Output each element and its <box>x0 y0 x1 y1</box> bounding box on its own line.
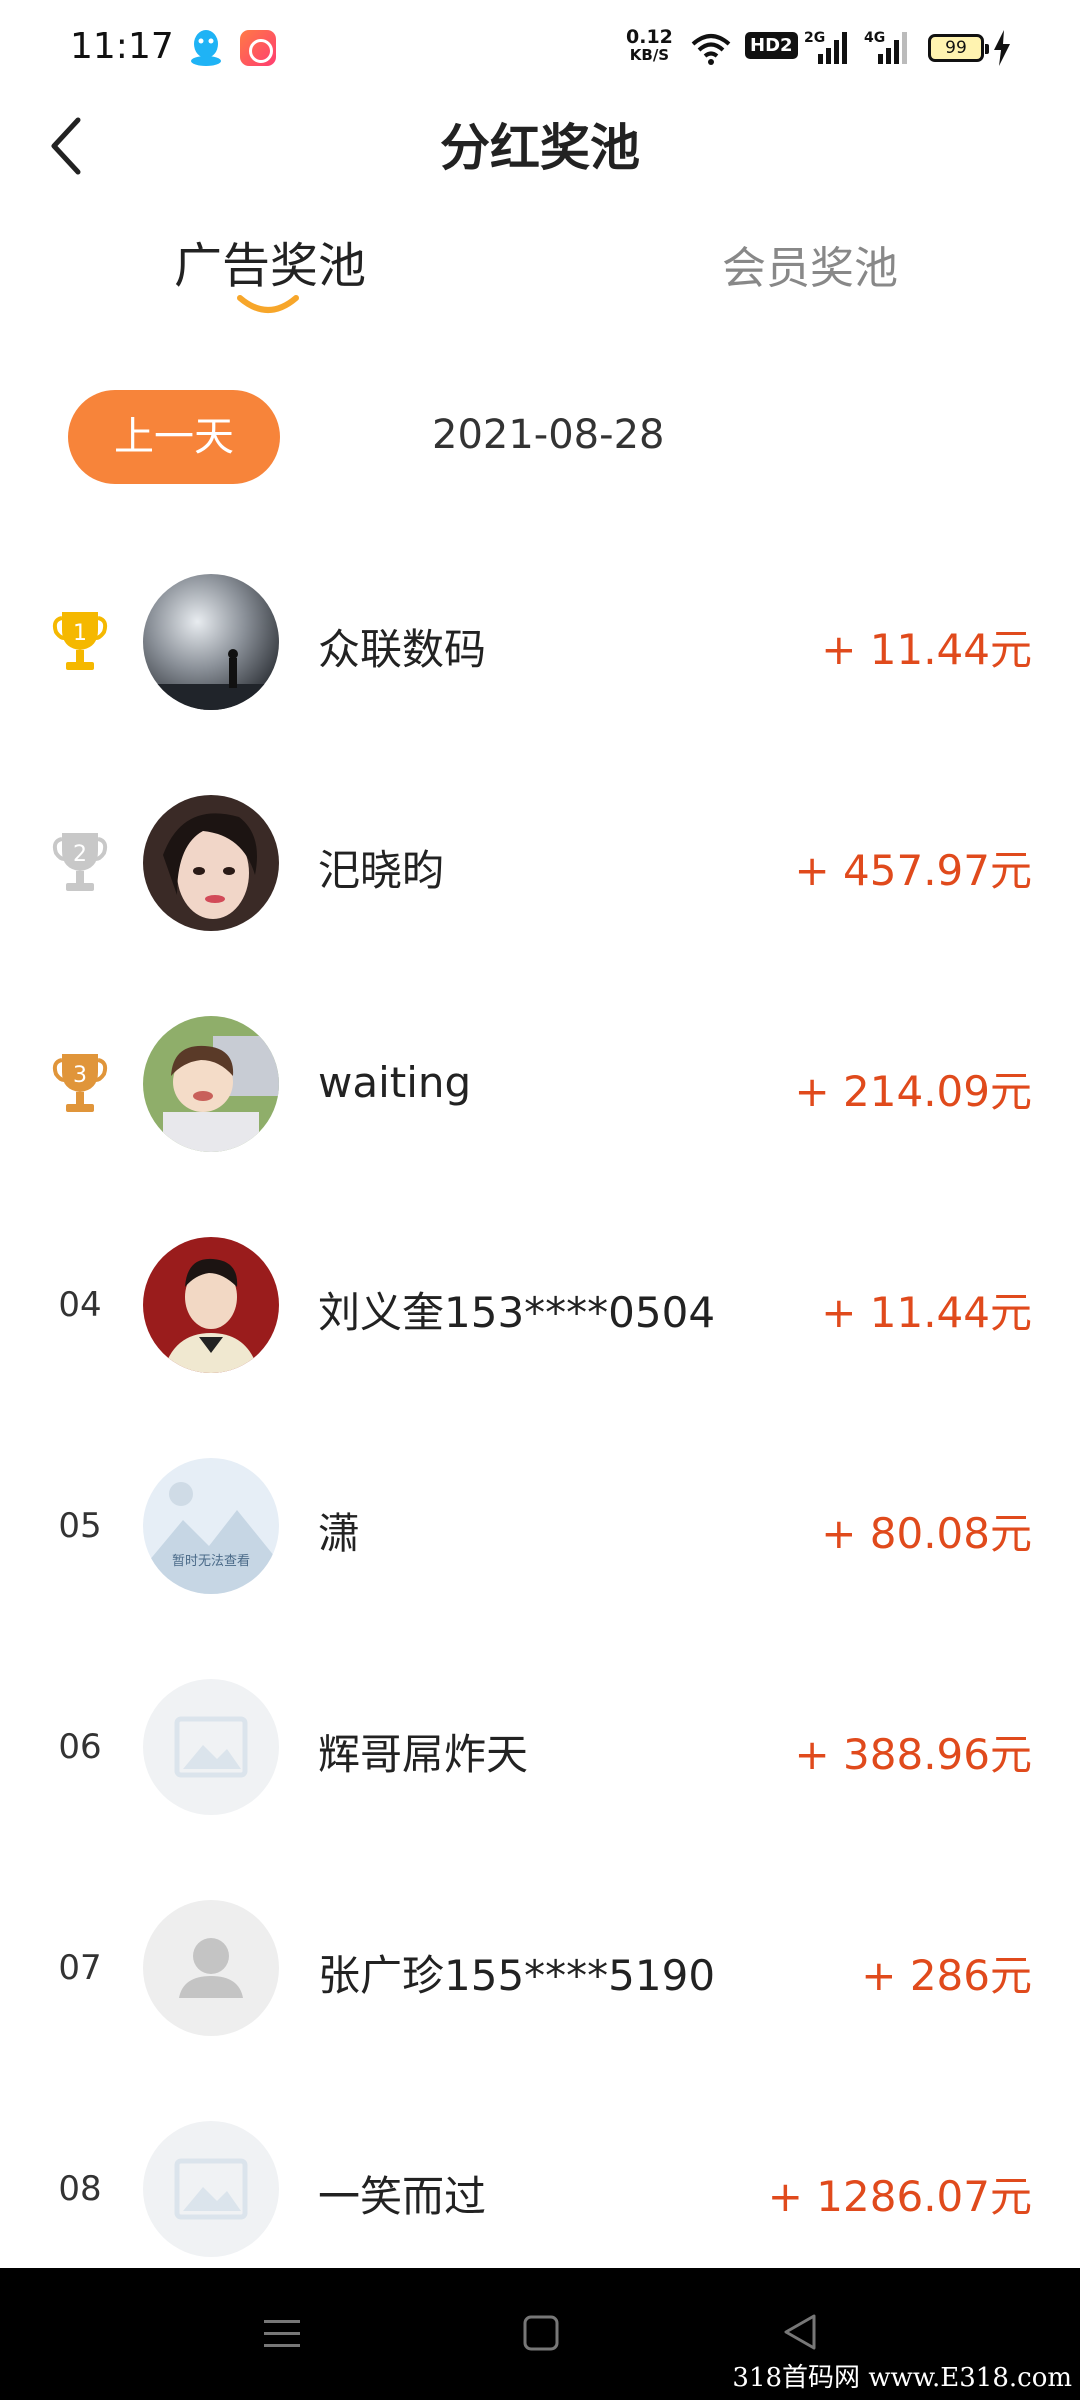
ranking-row[interactable]: 3 waiting + 214.09元 <box>0 972 1080 1193</box>
user-name: 一笑而过 <box>318 2172 487 2221</box>
signal-bars-icon <box>878 32 907 64</box>
ranking-row[interactable]: 06 辉哥屌炸天 + 388.96元 <box>0 1635 1080 1856</box>
qq-icon <box>191 30 221 66</box>
status-time: 11:17 <box>70 26 174 67</box>
net-speed-unit: KB/S <box>629 46 670 64</box>
bronze-trophy-icon: 3 <box>52 1054 108 1112</box>
battery-icon: 99 <box>928 34 989 62</box>
rank-number: 2 <box>73 842 87 867</box>
user-name: 刘义奎153****0504 <box>318 1288 716 1337</box>
tab-member-pool[interactable]: 会员奖池 <box>660 232 960 296</box>
avatar[interactable] <box>143 795 279 931</box>
rank-number: 06 <box>58 1727 102 1767</box>
wifi-icon <box>691 34 731 65</box>
charging-bolt-icon <box>994 30 1010 66</box>
user-name: 潇 <box>318 1509 361 1558</box>
rank-number: 1 <box>73 621 87 646</box>
dividend-amount: + 457.97元 <box>794 846 1032 895</box>
gold-trophy-icon: 1 <box>52 612 108 670</box>
system-nav-bar: 318首码网 www.E318.com <box>0 2268 1080 2400</box>
hd-voice-icon: HD2 <box>745 32 798 59</box>
ranking-row[interactable]: 05 暂时无法查看 潇 + 80.08元 <box>0 1414 1080 1635</box>
signal-1: 2G <box>804 30 848 66</box>
home-icon[interactable] <box>522 2314 560 2352</box>
signal-bars-icon <box>818 32 847 64</box>
rank-number: 05 <box>58 1506 102 1546</box>
user-name: 众联数码 <box>318 625 487 674</box>
tab-ad-pool[interactable]: 广告奖池 <box>120 226 420 296</box>
current-date: 2021-08-28 <box>432 412 665 458</box>
active-tab-indicator <box>237 295 299 313</box>
rank-number: 3 <box>73 1063 87 1088</box>
ranking-row[interactable]: 2 汜晓昀 + 457.97元 <box>0 751 1080 972</box>
avatar[interactable] <box>143 1237 279 1373</box>
dividend-amount: + 80.08元 <box>821 1509 1032 1558</box>
dividend-amount: + 388.96元 <box>794 1730 1032 1779</box>
ranking-row[interactable]: 07 张广珍155****5190 + 286元 <box>0 1856 1080 2077</box>
dividend-amount: + 286元 <box>861 1951 1032 2000</box>
prev-day-button[interactable]: 上一天 <box>68 390 280 484</box>
dividend-amount: + 214.09元 <box>794 1067 1032 1116</box>
status-bar: 11:17 0.12 KB/S HD2 2G 4G 99 <box>0 0 1080 96</box>
ranking-row[interactable]: 1 众联数码 + 11.44元 <box>0 530 1080 751</box>
broken-image-icon[interactable] <box>143 1679 279 1815</box>
default-user-icon[interactable] <box>143 1900 279 2036</box>
signal-2: 4G <box>864 30 908 66</box>
rank-number: 07 <box>58 1948 102 1988</box>
video-app-icon <box>240 30 276 66</box>
watermark: 318首码网 www.E318.com <box>732 2363 1072 2393</box>
avatar[interactable] <box>143 1016 279 1152</box>
ranking-row[interactable]: 08 一笑而过 + 1286.07元 <box>0 2077 1080 2298</box>
user-name: 汜晓昀 <box>318 846 445 895</box>
dividend-amount: + 11.44元 <box>821 625 1032 674</box>
net-speed-value: 0.12 <box>626 26 673 48</box>
avatar[interactable] <box>143 574 279 710</box>
user-name: 辉哥屌炸天 <box>318 1730 529 1779</box>
net-speed: 0.12 KB/S <box>626 26 673 65</box>
mountain-image-icon <box>143 1482 279 1594</box>
dividend-amount: + 1286.07元 <box>767 2172 1032 2221</box>
broken-image-icon[interactable] <box>143 2121 279 2257</box>
silver-trophy-icon: 2 <box>52 833 108 891</box>
rank-number: 08 <box>58 2169 102 2209</box>
avatar-unavailable-text: 暂时无法查看 <box>171 1554 250 1569</box>
dividend-amount: + 11.44元 <box>821 1288 1032 1337</box>
user-name: 张广珍155****5190 <box>318 1951 716 2000</box>
menu-icon[interactable] <box>262 2314 302 2354</box>
user-name: waiting <box>318 1058 472 1107</box>
rank-number: 04 <box>58 1285 102 1325</box>
ranking-row[interactable]: 04 刘义奎153****0504 + 11.44元 <box>0 1193 1080 1414</box>
back-triangle-icon[interactable] <box>780 2312 820 2352</box>
page-title: 分红奖池 <box>440 119 640 177</box>
avatar-placeholder[interactable]: 暂时无法查看 <box>143 1458 279 1594</box>
